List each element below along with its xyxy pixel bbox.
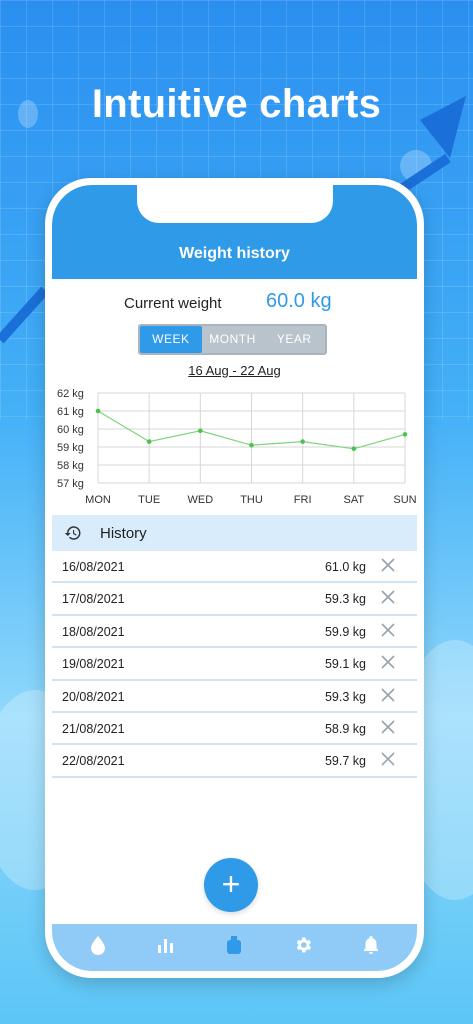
history-date: 22/08/2021 [62, 754, 125, 769]
current-weight-label: Current weight [124, 295, 222, 312]
period-selector: WEEK MONTH YEAR [138, 324, 327, 355]
x-tick-label: FRI [294, 494, 312, 506]
water-drop-icon[interactable] [86, 933, 110, 957]
settings-icon[interactable] [291, 933, 315, 957]
current-weight: Current weight 60.0 kg [52, 290, 417, 321]
tab-week[interactable]: WEEK [140, 326, 202, 353]
phone-notch [137, 185, 333, 223]
history-date: 17/08/2021 [62, 592, 125, 607]
x-tick-label: THU [240, 494, 263, 506]
history-header: History [52, 515, 417, 551]
history-weight: 59.7 kg [324, 754, 366, 769]
data-point [402, 432, 408, 437]
history-icon [64, 526, 81, 540]
delete-entry-icon[interactable] [381, 687, 395, 702]
history-date: 16/08/2021 [62, 560, 125, 574]
y-tick-label: 57 kg [57, 478, 84, 490]
delete-entry-icon[interactable] [381, 655, 395, 669]
history-title: History [100, 525, 147, 542]
delete-entry-icon[interactable] [381, 752, 395, 766]
delete-entry-icon[interactable] [381, 623, 395, 637]
history-row: 22/08/2021 59.7 kg [52, 745, 417, 778]
x-tick-label: SAT [344, 494, 365, 506]
history-weight: 59.3 kg [324, 592, 366, 607]
history-date: 19/08/2021 [62, 657, 125, 672]
data-point [146, 439, 152, 444]
history-row: 19/08/2021 59.1 kg [52, 648, 417, 681]
phone-frame: Weight history Current weight 60.0 kg WE… [45, 178, 424, 978]
data-point [300, 439, 305, 444]
bar-chart-icon[interactable] [154, 933, 178, 957]
history-date: 21/08/2021 [62, 721, 125, 736]
y-tick-label: 60 kg [57, 424, 84, 436]
current-weight-value: 60.0 kg [266, 290, 332, 312]
data-point [198, 428, 203, 434]
x-tick-label: MON [85, 494, 111, 506]
bell-icon[interactable] [359, 933, 383, 957]
history-date: 18/08/2021 [62, 624, 125, 639]
history-row: 18/08/2021 59.9 kg [52, 616, 417, 649]
history-row: 21/08/2021 58.9 kg [52, 713, 417, 746]
data-point [249, 442, 254, 448]
tab-month[interactable]: MONTH [202, 326, 264, 353]
history-row: 17/08/2021 59.3 kg [52, 583, 417, 616]
x-tick-label: TUE [138, 494, 160, 506]
delete-entry-icon[interactable] [381, 558, 395, 572]
y-tick-label: 61 kg [57, 406, 84, 418]
x-tick-label: WED [187, 494, 213, 506]
headline: Intuitive charts [91, 82, 382, 126]
history-row: 20/08/2021 59.3 kg [52, 681, 417, 713]
history-weight: 59.1 kg [324, 657, 366, 672]
delete-entry-icon[interactable] [381, 720, 395, 734]
history-weight: 59.3 kg [324, 689, 366, 704]
data-point [95, 408, 101, 414]
history-date: 20/08/2021 [62, 689, 125, 704]
page-title: Weight history [179, 245, 290, 262]
bottom-tab-bar [52, 924, 417, 971]
data-point [351, 446, 357, 452]
history-weight: 58.9 kg [324, 721, 366, 736]
weight-icon[interactable] [222, 933, 246, 957]
history-weight: 61.0 kg [324, 560, 366, 574]
delete-entry-icon[interactable] [381, 590, 395, 604]
tab-year[interactable]: YEAR [263, 326, 325, 353]
y-tick-label: 59 kg [57, 442, 84, 454]
x-tick-label: SUN [393, 494, 416, 506]
weight-chart: 62 kg 61 kg 60 kg 59 kg 58 kg 57 kgMON TUE WED T… [57, 388, 417, 506]
add-weight-button[interactable]: + [204, 858, 258, 912]
date-range[interactable]: 16 Aug - 22 Aug [52, 363, 417, 378]
history-list: 16/08/2021 61.0 kg 17/08/2021 59.3 kg 18/08/… [52, 551, 417, 778]
y-tick-label: 62 kg [57, 388, 84, 400]
history-weight: 59.9 kg [324, 624, 366, 639]
app-screen: Weight history Current weight 60.0 kg WE… [52, 185, 417, 971]
history-row: 16/08/2021 61.0 kg [52, 551, 417, 584]
y-tick-label: 58 kg [57, 460, 84, 472]
